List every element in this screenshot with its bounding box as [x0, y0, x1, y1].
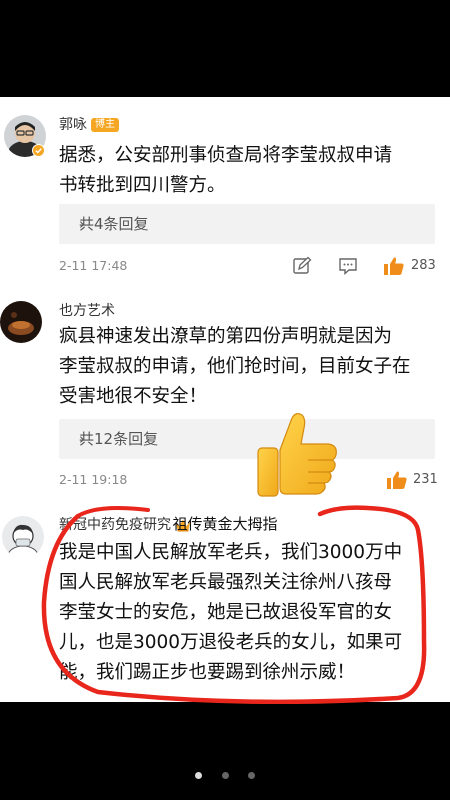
thumbs-up-icon: [257, 412, 337, 497]
comment-text-line: 书转批到四川警方。: [59, 175, 226, 196]
avatar[interactable]: [0, 301, 42, 343]
like-icon[interactable]: [383, 256, 405, 276]
comment-icon[interactable]: [338, 256, 358, 276]
like-icon[interactable]: [386, 470, 408, 490]
replies-count: 共12条回复: [79, 430, 159, 448]
username-text: 也方艺术: [59, 303, 115, 319]
comment-text-line: 疯县神速发出潦草的第四份声明就是因为: [59, 326, 393, 347]
share-edit-icon[interactable]: [292, 256, 312, 276]
username[interactable]: 也方艺术: [59, 300, 115, 320]
username-text: 郭咏: [59, 117, 87, 133]
chevron-right-icon: ›: [79, 430, 85, 448]
replies-link[interactable]: 共4条回复 ›: [59, 204, 435, 244]
comment-time: 2-11 19:18: [59, 472, 128, 487]
like-count: 283: [411, 258, 436, 273]
comment-text-line: 据悉，公安部刑事侦查局将李莹叔叔申请: [59, 145, 393, 166]
pager-dot[interactable]: [221, 772, 229, 779]
comment-time: 2-11 17:48: [59, 258, 128, 273]
username[interactable]: 郭咏 博主: [59, 114, 119, 134]
chevron-right-icon: ›: [79, 215, 85, 233]
comment-text-line: 李莹叔叔的申请，他们抢时间，目前女子在: [59, 356, 411, 377]
red-highlight-circle: [41, 505, 427, 704]
comment-meta: 2-11 17:48 283: [59, 256, 439, 276]
like-count: 231: [413, 472, 438, 487]
blogger-badge: 博主: [91, 118, 119, 132]
comment-text: 疯县神速发出潦草的第四份声明就是因为 李莹叔叔的申请，他们抢时间，目前女子在 受…: [59, 322, 439, 412]
comment-meta: 2-11 19:18 231: [59, 470, 439, 490]
replies-link[interactable]: 共12条回复 ›: [59, 419, 435, 459]
blogger-badge-label: 博主: [95, 119, 115, 130]
comment-text: 据悉，公安部刑事侦查局将李莹叔叔申请 书转批到四川警方。: [59, 141, 439, 201]
verified-badge-icon: [32, 144, 45, 157]
pager-dot[interactable]: [247, 772, 255, 779]
replies-count: 共4条回复: [79, 215, 149, 233]
pager-dots: [0, 764, 450, 783]
comment-text-line: 受害地很不安全！: [59, 386, 208, 407]
pager-dot[interactable]: [195, 772, 203, 779]
